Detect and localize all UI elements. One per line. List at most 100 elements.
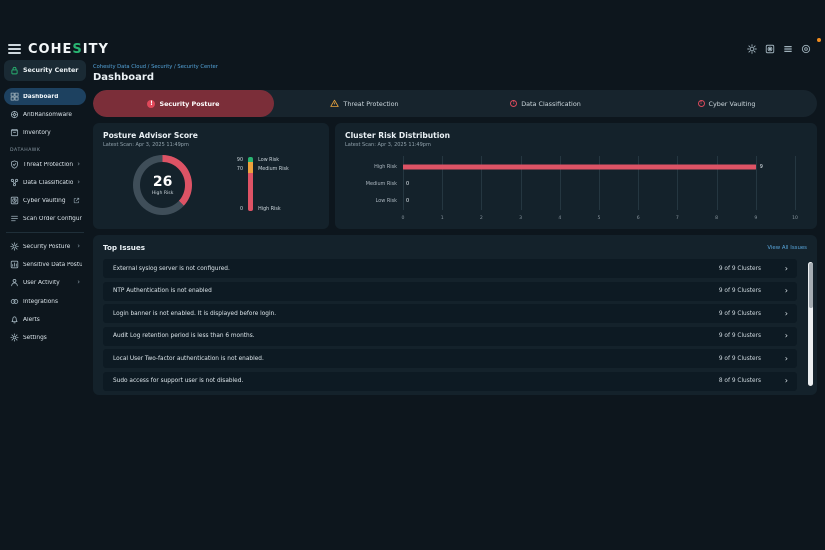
gauge-legend: 90Low Risk70Medium Risk0High Risk [234, 155, 319, 213]
issue-row[interactable]: Sudo access for support user is not disa… [103, 372, 797, 391]
card-subtitle: Latest Scan: Apr 3, 2025 11:49pm [103, 142, 319, 148]
breadcrumb[interactable]: Cohesity Data Cloud / Security / Securit… [93, 64, 817, 70]
x-axis-tick: 2 [480, 216, 483, 221]
sidebar-title: Security Center [23, 67, 78, 74]
alert-circle-icon: ! [698, 100, 705, 107]
view-all-issues-link[interactable]: View All Issues [767, 245, 807, 251]
cards-row: Posture Advisor Score Latest Scan: Apr 3… [93, 123, 817, 229]
sidebar-datahawk-group: Threat Protection› Data Classification › Cy… [4, 156, 86, 227]
sidebar-item-inventory[interactable]: Inventory [4, 124, 86, 141]
sidebar-item-user-activity[interactable]: User Activity› [4, 274, 86, 291]
gauge-wrap: 26 High Risk 90 Low Risk 70 Medium Risk 0 Hig… [103, 155, 319, 215]
sidebar-item-scan-order-configuration[interactable]: Scan Order Configuration [4, 210, 86, 227]
tab-bar: !Security Posture Threat Protection !Data … [93, 90, 817, 117]
tab-label: Threat Protection [343, 100, 398, 108]
sidebar-item-security-posture[interactable]: Security Posture › [4, 238, 86, 255]
sidebar-item-label: Dashboard [23, 94, 58, 100]
sidebar-divider [6, 232, 84, 233]
legend-value: 70 [237, 167, 243, 172]
issues-list: External syslog server is not configured… [103, 259, 797, 391]
legend-value: 90 [237, 158, 243, 163]
brightness-icon[interactable] [747, 44, 757, 54]
sidebar-item-integrations[interactable]: Integrations [4, 293, 86, 310]
sidebar-item-settings[interactable]: Settings [4, 329, 86, 346]
x-axis-tick: 10 [792, 216, 798, 221]
sidebar-item-label: Cyber Vaulting [23, 198, 66, 204]
bar-value: 0 [406, 198, 409, 204]
sidebar-item-cyber-vaulting[interactable]: Cyber Vaulting [4, 192, 86, 209]
chevron-right-icon[interactable]: › [785, 265, 788, 273]
posture-score-value: 26 [153, 175, 172, 189]
chevron-right-icon[interactable]: › [785, 377, 788, 385]
sidebar-item-label: Data Classification [23, 180, 73, 186]
chevron-right-icon[interactable]: › [785, 332, 788, 340]
x-axis-tick: 4 [558, 216, 561, 221]
issue-text: External syslog server is not configured… [113, 266, 230, 272]
logo-text: COHE [28, 42, 72, 57]
sidebar-item-antiransomware[interactable]: AntiRansomware [4, 106, 86, 123]
chart-gridline [756, 156, 757, 210]
x-axis-tick: 9 [754, 216, 757, 221]
help-icon[interactable] [801, 44, 811, 54]
legend-label: Medium Risk [258, 167, 289, 172]
cluster-risk-distribution-card: Cluster Risk Distribution Latest Scan: A… [335, 123, 817, 229]
sidebar-item-sensitive-data-posture[interactable]: Sensitive Data Posture [4, 256, 86, 273]
sidebar-item-data-classification[interactable]: Data Classification › [4, 174, 86, 191]
notification-dot [817, 38, 821, 42]
card-title: Cluster Risk Distribution [345, 131, 807, 140]
top-issues-header: Top Issues View All Issues [103, 243, 807, 252]
chevron-right-icon[interactable]: › [785, 287, 788, 295]
sidebar-item-label: Settings [23, 335, 47, 341]
scrollbar-thumb[interactable] [809, 263, 813, 308]
bar-high-risk[interactable] [403, 164, 756, 169]
sidebar-header-security-center[interactable]: Security Center [4, 60, 86, 81]
tab-label: Cyber Vaulting [709, 100, 756, 108]
page-title: Dashboard [93, 72, 817, 83]
tab-cyber-vaulting[interactable]: ! Cyber Vaulting [636, 90, 817, 117]
chevron-right-icon[interactable]: › [785, 355, 788, 363]
y-axis-category: Low Risk [345, 198, 397, 204]
topbar-actions [747, 44, 817, 54]
issue-row[interactable]: External syslog server is not configured… [103, 259, 797, 278]
posture-score-label: High Risk [152, 191, 174, 196]
external-link-icon [73, 197, 82, 204]
legend-label: Low Risk [258, 158, 279, 163]
chevron-right-icon[interactable]: › [785, 310, 788, 318]
sidebar-item-threat-protection[interactable]: Threat Protection› [4, 156, 86, 173]
sidebar: Security Center Dashboard AntiRansomware I… [4, 60, 86, 347]
antiransomware-icon [10, 110, 19, 119]
issue-row[interactable]: Local User Two-factor authentication is … [103, 349, 797, 368]
app-root: COHESITY Security Center DashboardAntiRa… [0, 0, 825, 550]
y-axis-category: Medium Risk [345, 181, 397, 187]
security-posture-icon [10, 242, 19, 251]
sidebar-item-dashboard[interactable]: Dashboard [4, 88, 86, 105]
tab-data-classification[interactable]: !Data Classification [455, 90, 636, 117]
sidebar-item-alerts[interactable]: Alerts [4, 311, 86, 328]
table-icon[interactable] [783, 44, 793, 54]
chevron-right-icon: › [77, 179, 82, 186]
card-title: Posture Advisor Score [103, 131, 319, 140]
issue-row[interactable]: NTP Authentication is not enabled9 of 9 … [103, 282, 797, 301]
threat-protection-icon [10, 160, 19, 169]
issue-row[interactable]: Audit Log retention period is less than … [103, 327, 797, 346]
issues-scrollbar[interactable] [808, 262, 813, 386]
cluster-risk-chart: 012345678910900 High RiskMedium RiskLow … [345, 156, 807, 222]
apps-icon[interactable] [765, 44, 775, 54]
posture-score-gauge: 26 High Risk [133, 155, 192, 215]
bar-value: 9 [760, 164, 763, 170]
hamburger-menu-icon[interactable] [8, 44, 21, 54]
top-issues-title: Top Issues [103, 243, 145, 252]
issue-row[interactable]: Login banner is not enabled. It is displ… [103, 304, 797, 323]
sidebar-item-label: AntiRansomware [23, 112, 72, 118]
data-classification-icon [10, 178, 19, 187]
issue-cluster-count: 9 of 9 Clusters [719, 356, 761, 362]
x-axis-tick: 3 [519, 216, 522, 221]
issue-cluster-count: 9 of 9 Clusters [719, 311, 761, 317]
chevron-right-icon: › [77, 243, 82, 250]
error-circle-icon: ! [147, 100, 155, 108]
legend-value: 0 [240, 207, 243, 212]
tab-security-posture[interactable]: !Security Posture [93, 90, 274, 117]
tab-threat-protection[interactable]: Threat Protection [274, 90, 455, 117]
sidebar-item-label: Security Posture [23, 244, 70, 250]
issue-cluster-count: 9 of 9 Clusters [719, 266, 761, 272]
